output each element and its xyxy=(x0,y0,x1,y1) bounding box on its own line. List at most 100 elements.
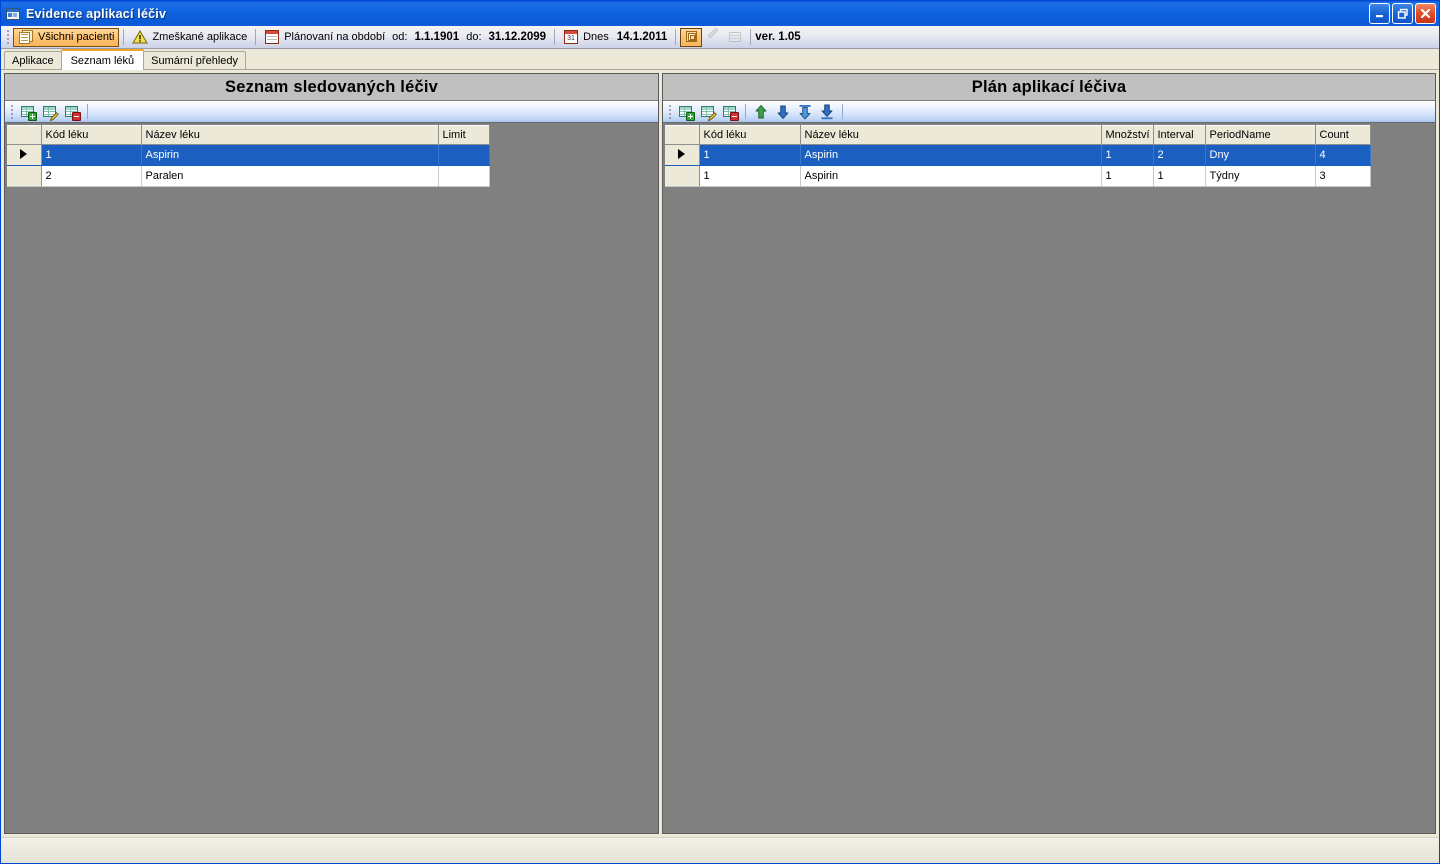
table-row[interactable]: 1 Aspirin xyxy=(7,144,490,166)
move-top-button[interactable] xyxy=(794,102,816,122)
move-up-button[interactable] xyxy=(750,102,772,122)
tab-aplikace[interactable]: Aplikace xyxy=(4,51,62,69)
column-header[interactable]: Limit xyxy=(438,125,490,145)
tab-strip: Aplikace Seznam léků Sumární přehledy xyxy=(1,49,1439,70)
table-row[interactable]: 1 Aspirin 1 1 Týdny 3 xyxy=(665,165,1371,187)
to-label: do: xyxy=(466,31,482,43)
close-icon[interactable] xyxy=(1415,3,1436,24)
table-cell[interactable]: 1 xyxy=(1101,165,1154,187)
row-selector[interactable] xyxy=(7,165,42,187)
column-header[interactable]: PeriodName xyxy=(1205,125,1316,145)
table-cell[interactable]: 3 xyxy=(1315,165,1371,187)
minimize-icon[interactable] xyxy=(1369,3,1390,24)
toolbar-separator xyxy=(123,29,125,45)
move-down-button[interactable] xyxy=(772,102,794,122)
delete-record-button[interactable] xyxy=(719,102,741,122)
toolbar-separator xyxy=(745,104,746,119)
all-patients-label: Všichni pacienti xyxy=(38,31,115,43)
arrow-up-icon xyxy=(753,104,769,120)
from-label: od: xyxy=(392,31,408,43)
to-value[interactable]: 31.12.2099 xyxy=(489,31,547,43)
table-cell[interactable] xyxy=(438,144,490,166)
left-panel: Seznam sledovaných léčiv Kód léku Název … xyxy=(4,73,659,834)
calendar-icon xyxy=(264,29,280,45)
window-controls xyxy=(1369,3,1436,24)
left-grid-container[interactable]: Kód léku Název léku Limit 1 Aspirin 2 Paralen xyxy=(5,123,658,833)
tab-label: Seznam léků xyxy=(70,54,135,67)
column-header[interactable]: Interval xyxy=(1153,125,1206,145)
add-record-button[interactable] xyxy=(17,102,39,122)
missed-applications-button[interactable]: Zmeškané aplikace xyxy=(128,28,251,47)
table-cell[interactable]: Aspirin xyxy=(800,144,1102,166)
toolbar-grip[interactable] xyxy=(5,29,11,46)
all-patients-button[interactable]: Všichni pacienti xyxy=(13,27,120,47)
row-selector[interactable] xyxy=(7,144,42,166)
table-cell[interactable]: Paralen xyxy=(141,165,439,187)
move-bottom-button[interactable] xyxy=(816,102,838,122)
application-window: Evidence aplikací léčiv Všichni pacienti… xyxy=(0,0,1440,864)
column-header[interactable]: Count xyxy=(1315,125,1371,145)
toolbar-grip[interactable] xyxy=(9,103,15,120)
edit-record-button[interactable] xyxy=(39,102,61,122)
column-header[interactable]: Kód léku xyxy=(41,125,142,145)
table-cell[interactable]: 1 xyxy=(1101,144,1154,166)
table-cell[interactable]: 4 xyxy=(1315,144,1371,166)
tab-seznam-leku[interactable]: Seznam léků xyxy=(60,49,145,70)
right-panel-caption: Plán aplikací léčiva xyxy=(663,74,1435,101)
table-cell[interactable]: 1 xyxy=(699,144,801,166)
toolbar-grip[interactable] xyxy=(667,103,673,120)
grid-delete-icon xyxy=(722,104,739,121)
restore-icon[interactable] xyxy=(1392,3,1413,24)
app-form-icon xyxy=(5,6,21,22)
delete-record-button[interactable] xyxy=(61,102,83,122)
row-header-corner xyxy=(7,125,42,145)
application-plan-grid: Kód léku Název léku Množství Interval Period… xyxy=(665,125,1371,187)
planning-period-button[interactable]: Plánovaní na období xyxy=(260,28,389,47)
grid-edit-icon xyxy=(700,104,717,121)
table-row[interactable]: 1 Aspirin 1 2 Dny 4 xyxy=(665,144,1371,166)
table-cell[interactable]: 1 xyxy=(699,165,801,187)
left-panel-toolbar xyxy=(5,101,658,123)
medication-list-grid: Kód léku Název léku Limit 1 Aspirin 2 Paralen xyxy=(7,125,490,187)
arrow-bottom-icon xyxy=(819,104,835,120)
row-selector[interactable] xyxy=(665,144,700,166)
grid-toggle-button xyxy=(724,27,746,47)
table-cell[interactable]: Aspirin xyxy=(800,165,1102,187)
column-header[interactable]: Název léku xyxy=(141,125,439,145)
today-button[interactable]: 31 Dnes xyxy=(559,28,613,47)
table-cell[interactable]: 2 xyxy=(41,165,142,187)
add-record-button[interactable] xyxy=(675,102,697,122)
column-header[interactable]: Množství xyxy=(1101,125,1154,145)
toolbar-separator xyxy=(255,29,257,45)
tab-sumarni-prehledy[interactable]: Sumární přehledy xyxy=(143,51,246,69)
cascade-windows-button[interactable] xyxy=(680,27,703,47)
table-cell[interactable]: 2 xyxy=(1153,144,1206,166)
warning-icon xyxy=(132,29,149,45)
column-header[interactable]: Název léku xyxy=(800,125,1102,145)
table-row[interactable]: 2 Paralen xyxy=(7,165,490,187)
right-panel: Plán aplikací léčiva Kód léku Název léku… xyxy=(662,73,1436,834)
table-cell[interactable] xyxy=(438,165,490,187)
table-cell[interactable]: Dny xyxy=(1205,144,1316,166)
edit-record-button[interactable] xyxy=(697,102,719,122)
toolbar-separator xyxy=(842,104,843,119)
version-label: ver. 1.05 xyxy=(755,31,801,43)
today-value: 14.1.2011 xyxy=(616,31,668,43)
right-grid-container[interactable]: Kód léku Název léku Množství Interval Period… xyxy=(663,123,1435,833)
row-selector[interactable] xyxy=(665,165,700,187)
from-value[interactable]: 1.1.1901 xyxy=(414,31,459,43)
table-cell[interactable]: Aspirin xyxy=(141,144,439,166)
missed-applications-label: Zmeškané aplikace xyxy=(152,31,248,43)
toolbar-separator xyxy=(87,104,88,119)
current-row-marker-icon xyxy=(678,148,686,159)
table-cell[interactable]: 1 xyxy=(1153,165,1206,187)
toolbar-separator xyxy=(554,29,556,45)
arrow-down-icon xyxy=(775,104,791,120)
current-row-marker-icon xyxy=(20,148,28,159)
grid-icon xyxy=(727,29,743,45)
table-cell[interactable]: Týdny xyxy=(1205,165,1316,187)
table-cell[interactable]: 1 xyxy=(41,144,142,166)
content-area: Seznam sledovaných léčiv Kód léku Název … xyxy=(1,70,1439,834)
arrow-top-icon xyxy=(797,104,813,120)
column-header[interactable]: Kód léku xyxy=(699,125,801,145)
